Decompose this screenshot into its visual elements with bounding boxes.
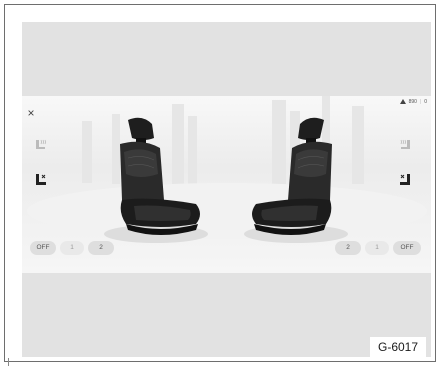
seat-heating-icon[interactable] (32, 138, 50, 152)
left-level-1-label: 1 (70, 244, 74, 251)
right-seat-image (244, 117, 348, 243)
right-level-2-button[interactable]: 2 (335, 241, 361, 255)
seat-climate-screen: 890 | 0 × OFF 1 2 2 1 OFF (22, 96, 431, 273)
right-level-off-button[interactable]: OFF (393, 241, 421, 255)
frame-edge-mark (8, 358, 9, 366)
seat-ventilation-icon[interactable] (32, 173, 50, 187)
right-level-1-button[interactable]: 1 (365, 241, 389, 255)
left-level-off-label: OFF (36, 244, 50, 251)
left-level-1-button[interactable]: 1 (60, 241, 84, 255)
left-level-2-label: 2 (99, 244, 103, 251)
left-level-off-button[interactable]: OFF (30, 241, 56, 255)
right-level-2-label: 2 (346, 244, 350, 251)
status-separator: | (419, 99, 422, 105)
status-left-value: 890 (408, 99, 417, 105)
left-seat-image (104, 117, 208, 243)
right-level-off-label: OFF (400, 244, 414, 251)
close-button[interactable]: × (24, 106, 38, 120)
close-icon: × (27, 106, 35, 120)
status-bar: 890 | 0 (399, 99, 427, 105)
status-right-value: 0 (424, 99, 427, 105)
seat-ventilation-icon[interactable] (396, 173, 414, 187)
signal-icon (399, 99, 406, 104)
right-level-1-label: 1 (375, 244, 379, 251)
left-level-2-button[interactable]: 2 (88, 241, 114, 255)
seat-heating-icon[interactable] (396, 138, 414, 152)
figure-code-label: G-6017 (370, 337, 426, 357)
